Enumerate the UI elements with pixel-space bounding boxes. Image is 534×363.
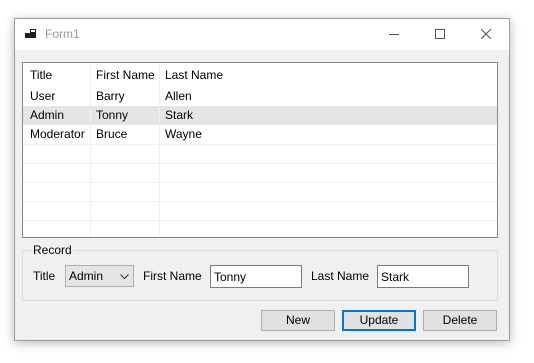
column-headers: Title First Name Last Name: [23, 68, 497, 86]
record-groupbox: Record Title Admin First Name Tonny Last…: [22, 243, 498, 301]
title-bar[interactable]: Form1: [15, 19, 509, 50]
maximize-button[interactable]: [417, 19, 463, 50]
title-dropdown-value: Admin: [69, 269, 104, 283]
cell-title: Admin: [30, 108, 65, 122]
row-divider: [23, 201, 497, 202]
column-divider: [90, 63, 91, 237]
delete-button[interactable]: Delete: [423, 310, 497, 331]
last-name-value: Stark: [381, 270, 410, 284]
row-divider: [23, 182, 497, 183]
column-divider: [159, 63, 160, 237]
last-name-field[interactable]: Stark: [377, 265, 469, 288]
maximize-icon: [435, 29, 445, 39]
record-group-label: Record: [31, 243, 74, 257]
close-icon: [481, 29, 491, 39]
window-title: Form1: [45, 27, 80, 41]
table-row-selected[interactable]: Admin Tonny Stark: [23, 106, 497, 125]
cell-last-name: Stark: [165, 108, 194, 122]
row-divider: [23, 163, 497, 164]
first-name-value: Tonny: [214, 270, 247, 284]
app-icon: [25, 29, 36, 38]
chevron-down-icon: [120, 274, 129, 279]
cell-last-name: Wayne: [165, 127, 202, 141]
minimize-button[interactable]: [371, 19, 417, 50]
minimize-icon: [389, 34, 399, 35]
cell-first-name: Bruce: [96, 127, 128, 141]
title-dropdown[interactable]: Admin: [65, 265, 134, 287]
cell-title: User: [30, 89, 56, 103]
row-divider: [23, 220, 497, 221]
cell-first-name: Barry: [96, 89, 125, 103]
column-header-title[interactable]: Title: [30, 68, 52, 82]
records-list-view[interactable]: User Barry Allen Admin Tonny Stark Moder…: [22, 62, 498, 238]
form-window: Form1 User Barry Allen Admin Tonny Stark…: [14, 18, 510, 341]
title-label: Title: [33, 269, 56, 283]
cell-title: Moderator: [30, 127, 85, 141]
row-divider: [23, 144, 497, 145]
update-button[interactable]: Update: [342, 310, 416, 331]
first-name-label: First Name: [143, 269, 202, 283]
column-header-first-name[interactable]: First Name: [96, 68, 155, 82]
table-row[interactable]: Moderator Bruce Wayne: [23, 125, 497, 144]
first-name-field[interactable]: Tonny: [210, 265, 302, 288]
cell-last-name: Allen: [165, 89, 192, 103]
column-header-last-name[interactable]: Last Name: [165, 68, 223, 82]
last-name-label: Last Name: [311, 269, 370, 283]
close-button[interactable]: [463, 19, 509, 50]
cell-first-name: Tonny: [96, 108, 129, 122]
new-button[interactable]: New: [261, 310, 335, 331]
table-row[interactable]: User Barry Allen: [23, 87, 497, 106]
